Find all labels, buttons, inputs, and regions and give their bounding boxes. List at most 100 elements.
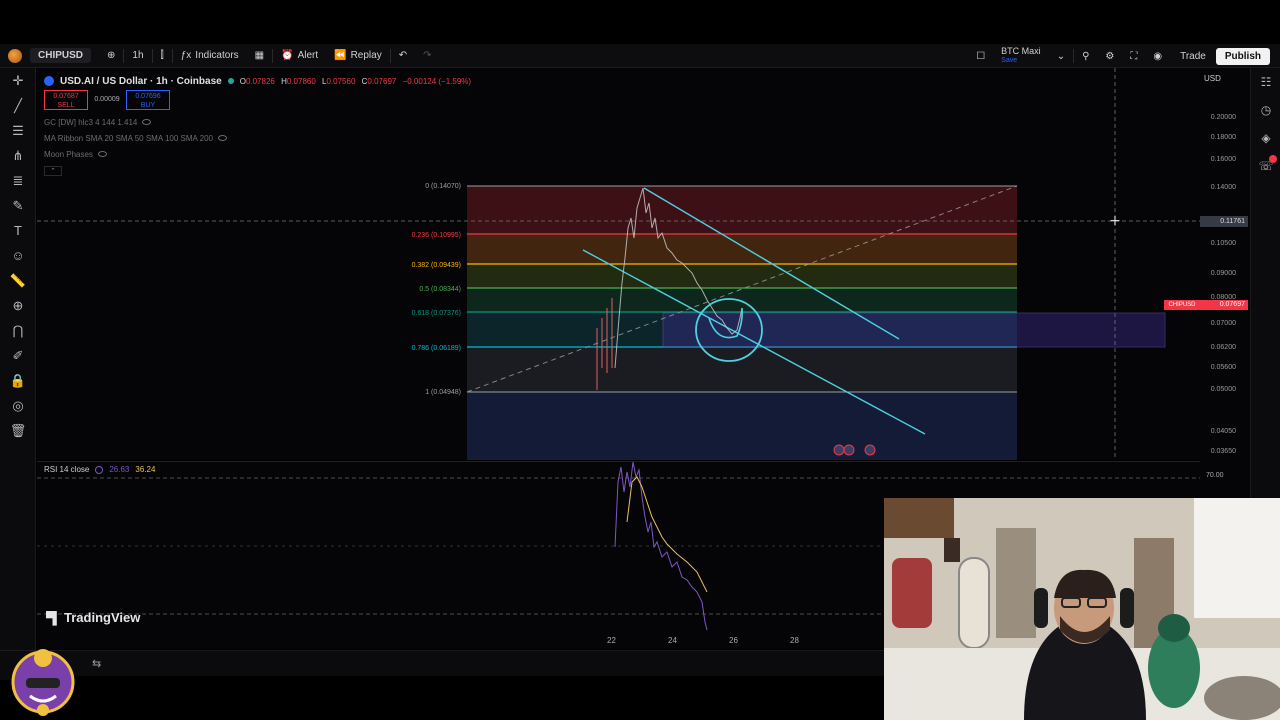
- price-tick: 0.03650: [1210, 448, 1236, 455]
- crosshair-icon[interactable]: ✛: [0, 68, 36, 93]
- camera-icon[interactable]: ◉: [1145, 44, 1170, 68]
- fib-label-0618: 0.618 (0.07376): [412, 310, 461, 317]
- eye-icon[interactable]: ◎: [0, 393, 36, 418]
- fib-label-1: 1 (0.04948): [425, 389, 461, 396]
- eye-icon[interactable]: [97, 151, 107, 157]
- price-tick: 0.14000: [1210, 184, 1236, 191]
- currency-label[interactable]: USD: [1204, 74, 1221, 83]
- price-scale[interactable]: USD 0.20000 0.18000 0.16000 0.14000 0.10500 0…: [1164, 68, 1250, 498]
- text-icon[interactable]: T: [0, 218, 36, 243]
- eye-icon[interactable]: [217, 135, 227, 141]
- fib-label-0: 0 (0.14070): [425, 183, 461, 190]
- replay-button[interactable]: ⏪ Replay: [326, 44, 390, 68]
- zoom-icon[interactable]: ⊕: [0, 293, 36, 318]
- quick-search-icon[interactable]: ⚲: [1074, 44, 1097, 68]
- clock-icon[interactable]: ◷: [1251, 96, 1280, 124]
- lock-icon[interactable]: 🔒: [0, 368, 36, 393]
- indicator-row[interactable]: GC [DW] hlc3 4 144 1.414: [44, 114, 475, 130]
- chat-icon[interactable]: ☏: [1251, 152, 1280, 180]
- right-sidebar: ☷ ◷ ◈ ☏: [1250, 68, 1280, 498]
- pitchfork-icon[interactable]: ⋔: [0, 143, 36, 168]
- horizontal-lines-icon[interactable]: ☰: [0, 118, 36, 143]
- tradingview-logo: ▀▌ TradingView: [46, 610, 140, 625]
- indicators-label: Indicators: [195, 50, 239, 61]
- sell-button[interactable]: 0.07687 SELL: [44, 90, 88, 110]
- indicators-button[interactable]: ƒx Indicators: [173, 44, 247, 68]
- open-label: O: [239, 76, 246, 86]
- layout-save-status: Save: [1001, 57, 1018, 64]
- layers-icon[interactable]: ◈: [1251, 124, 1280, 152]
- undo-icon[interactable]: ↶: [391, 44, 415, 68]
- trend-line-icon[interactable]: ╱: [0, 93, 36, 118]
- price-tick: 0.20000: [1210, 114, 1236, 121]
- webcam-overlay: [884, 498, 1280, 720]
- alert-button[interactable]: ⏰ Alert: [273, 44, 326, 68]
- buy-button[interactable]: 0.07696 BUY: [126, 90, 170, 110]
- rsi-ma-value: 36.24: [135, 465, 156, 474]
- time-tick: 24: [668, 636, 677, 645]
- indicator-label: Moon Phases: [44, 149, 93, 159]
- fullscreen-icon[interactable]: ⛶: [1122, 44, 1145, 68]
- price-tick: 0.05600: [1210, 364, 1236, 371]
- event-flag-icon[interactable]: [864, 444, 876, 456]
- magnet-icon[interactable]: ⋂: [0, 318, 36, 343]
- indicator-label: GC [DW] hlc3 4 144 1.414: [44, 117, 138, 127]
- user-avatar[interactable]: [8, 48, 22, 63]
- fib-band-0382-05: [467, 264, 1017, 288]
- watchlist-icon[interactable]: ☷: [1251, 68, 1280, 96]
- buy-label: BUY: [140, 102, 156, 109]
- date-range-icon[interactable]: ⇆: [92, 657, 101, 670]
- pencil-lock-icon[interactable]: ✐: [0, 343, 36, 368]
- symbol-search-button[interactable]: CHIPUSD: [30, 48, 92, 63]
- rsi-settings-icon[interactable]: [95, 465, 104, 474]
- ruler-icon[interactable]: 📏: [0, 268, 36, 293]
- redo-icon[interactable]: ↷: [415, 44, 439, 68]
- high-label: H: [281, 76, 287, 86]
- event-flag-icon[interactable]: [833, 444, 845, 456]
- brush-icon[interactable]: ✎: [0, 193, 36, 218]
- buy-sell-panel: 0.07687 SELL 0.00009 0.07696 BUY: [44, 90, 475, 110]
- indicator-row[interactable]: Moon Phases: [44, 146, 475, 162]
- symbol-title[interactable]: USD.AI / US Dollar · 1h · Coinbase: [60, 76, 222, 87]
- emoji-icon[interactable]: ☺: [0, 243, 36, 268]
- settings-icon[interactable]: ⚙: [1097, 44, 1122, 68]
- chart-legend: USD.AI / US Dollar · 1h · Coinbase O0.07…: [44, 74, 475, 176]
- indicators-icon: ƒx: [180, 50, 192, 61]
- layout-menu-button[interactable]: BTC Maxi Save: [993, 47, 1049, 65]
- eye-icon[interactable]: [142, 119, 152, 125]
- channel-logo-image: [11, 649, 75, 716]
- fib-label-0786: 0.786 (0.06189): [412, 345, 461, 352]
- event-flag-icon[interactable]: [843, 444, 855, 456]
- ohlc-values: O0.07826 H0.07860 L0.07560 C0.07697 −0.0…: [240, 77, 475, 86]
- add-symbol-icon[interactable]: ⊕: [99, 44, 123, 68]
- low-value: 0.07560: [326, 76, 356, 86]
- alert-label: Alert: [297, 50, 319, 61]
- price-tick: 0.18000: [1210, 134, 1236, 141]
- interval-button[interactable]: 1h: [124, 44, 151, 68]
- time-tick: 22: [607, 636, 616, 645]
- fib-tool-icon[interactable]: ≣: [0, 168, 36, 193]
- price-tick: 0.04050: [1210, 428, 1236, 435]
- publish-button[interactable]: Publish: [1215, 47, 1270, 65]
- templates-icon[interactable]: ▦: [247, 44, 272, 68]
- chevron-down-icon[interactable]: ⌄: [1049, 44, 1073, 68]
- sell-price: 0.07687: [53, 93, 79, 100]
- price-tick: 0.09000: [1210, 270, 1236, 277]
- coin-logo-icon: [44, 76, 54, 86]
- rsi-title[interactable]: RSI 14 close: [44, 465, 89, 474]
- fib-band-below-1: [467, 392, 1017, 460]
- high-value: 0.07860: [286, 76, 316, 86]
- indicator-row[interactable]: MA Ribbon SMA 20 SMA 50 SMA 100 SMA 200: [44, 130, 475, 146]
- crosshair-cursor-icon: +: [1109, 213, 1121, 229]
- webcam-scene-image: [884, 498, 1280, 720]
- rsi-legend: RSI 14 close 26.63 36.24: [44, 465, 155, 474]
- layout-square-icon[interactable]: ☐: [968, 44, 993, 68]
- indicator-label: MA Ribbon SMA 20 SMA 50 SMA 100 SMA 200: [44, 133, 213, 143]
- collapse-legend-icon[interactable]: ⌃: [44, 166, 62, 176]
- layout-name: BTC Maxi: [1001, 46, 1041, 56]
- trade-button[interactable]: Trade: [1170, 51, 1216, 62]
- candle-type-icon[interactable]: ⫿: [153, 44, 172, 68]
- trash-icon[interactable]: 🗑: [0, 418, 36, 443]
- close-value: 0.07697: [367, 76, 397, 86]
- support-zone-rectangle[interactable]: [662, 312, 1166, 348]
